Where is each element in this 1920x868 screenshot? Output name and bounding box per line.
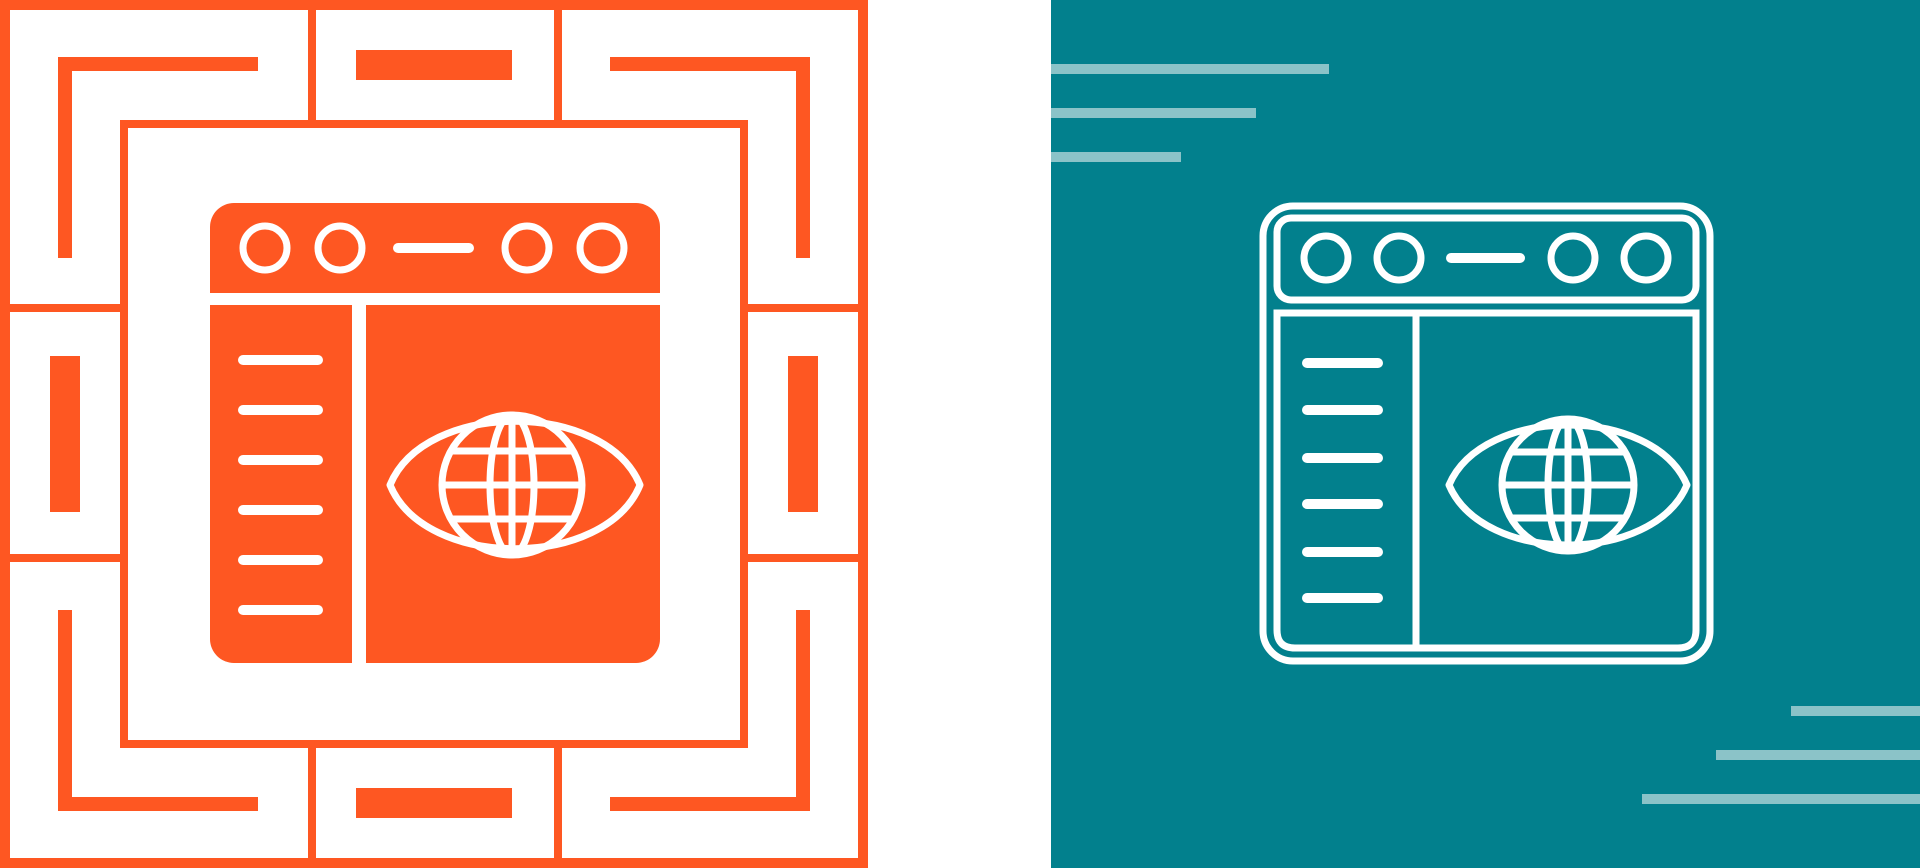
bar-top <box>356 50 512 80</box>
teal-icon-panel <box>1051 0 1920 868</box>
bar-bottom <box>356 788 512 818</box>
titlebar-divider <box>210 293 660 305</box>
browser-window-shape <box>210 203 660 663</box>
bar-left <box>50 356 80 512</box>
orange-icon-panel <box>0 0 868 868</box>
teal-background <box>1051 0 1920 868</box>
globe-icon <box>438 411 586 559</box>
orange-frame-graphic <box>0 0 868 868</box>
globe-icon <box>1498 415 1638 555</box>
sidebar-divider <box>352 305 366 663</box>
teal-background-graphic <box>1051 0 1920 868</box>
web-watch-glyph-icon <box>210 203 660 663</box>
bar-right <box>788 356 818 512</box>
